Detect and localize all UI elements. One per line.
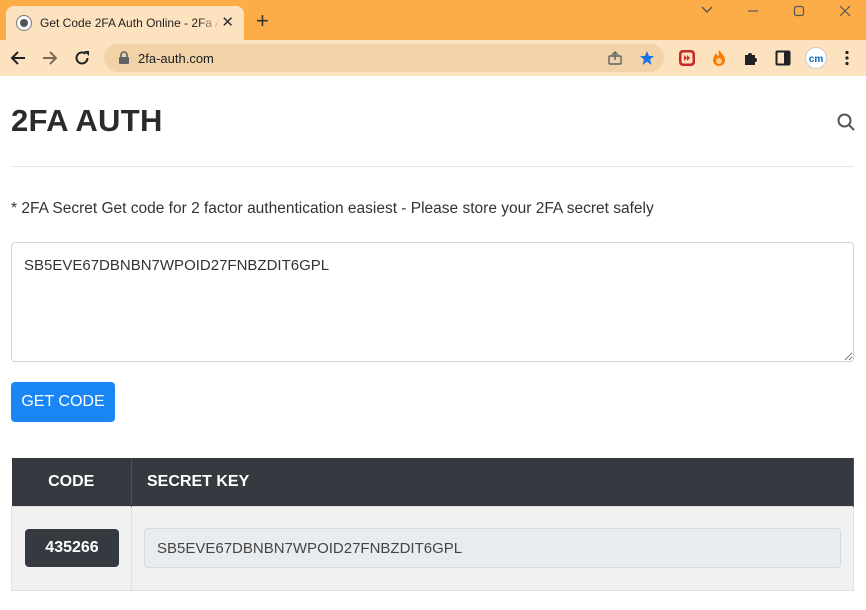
side-panel-icon[interactable] (773, 48, 793, 68)
tab-strip: Get Code 2FA Auth Online - 2Fa Auth ✕ + (0, 0, 866, 40)
extensions-puzzle-icon[interactable] (741, 48, 761, 68)
code-badge[interactable]: 435266 (25, 529, 119, 567)
back-arrow-icon[interactable] (7, 47, 29, 69)
result-table: CODE SECRET KEY 435266 (11, 458, 854, 591)
table-row: 435266 (11, 505, 854, 591)
url-text[interactable]: 2fa-auth.com (138, 51, 214, 66)
new-tab-button[interactable]: + (256, 10, 269, 32)
secret-key-cell (131, 505, 854, 591)
address-bar[interactable]: 2fa-auth.com (104, 44, 664, 72)
table-header-row: CODE SECRET KEY (11, 458, 854, 506)
extension-media-icon[interactable] (677, 48, 697, 68)
site-title[interactable]: 2FA AUTH (11, 103, 163, 139)
search-icon[interactable] (836, 112, 856, 132)
minimize-icon[interactable] (746, 4, 760, 21)
column-header-code: CODE (11, 458, 132, 506)
column-header-secret-key: SECRET KEY (131, 458, 854, 506)
forward-arrow-icon[interactable] (39, 47, 61, 69)
lock-icon[interactable] (118, 51, 130, 70)
secret-input[interactable]: SB5EVE67DBNBN7WPOID27FNBZDIT6GPL (11, 242, 854, 362)
extension-fire-icon[interactable] (709, 48, 729, 68)
browser-toolbar: 2fa-auth.com cm (0, 40, 866, 76)
site-favicon-icon (16, 15, 32, 31)
reload-icon[interactable] (71, 47, 93, 69)
close-window-icon[interactable] (838, 4, 852, 21)
code-cell: 435266 (11, 505, 132, 591)
restore-icon[interactable] (792, 4, 806, 21)
profile-avatar-icon[interactable]: cm (805, 47, 827, 69)
tab-title: Get Code 2FA Auth Online - 2Fa Auth (40, 16, 220, 30)
bookmark-star-icon[interactable] (638, 49, 656, 67)
browser-menu-icon[interactable] (837, 48, 857, 68)
share-icon[interactable] (606, 49, 624, 67)
page-content: 2FA AUTH * 2FA Secret Get code for 2 fac… (0, 76, 866, 610)
get-code-button[interactable]: GET CODE (11, 382, 115, 422)
tab-search-icon[interactable] (700, 2, 714, 19)
header-divider (11, 166, 854, 167)
secret-key-field[interactable] (144, 528, 841, 568)
instruction-note: * 2FA Secret Get code for 2 factor authe… (11, 200, 654, 217)
svg-text:cm: cm (809, 54, 824, 65)
close-tab-icon[interactable]: ✕ (221, 15, 234, 31)
browser-tab[interactable]: Get Code 2FA Auth Online - 2Fa Auth ✕ (6, 6, 244, 40)
